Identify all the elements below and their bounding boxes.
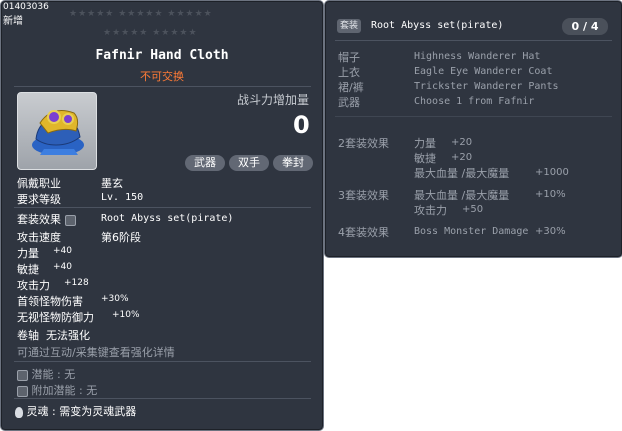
new-tag: 新增 xyxy=(3,16,23,27)
potential-icon xyxy=(17,369,28,381)
stat-str-value: +40 xyxy=(53,246,72,256)
item-id: 01403036 xyxy=(3,2,49,12)
set-effect-line: 敏捷 xyxy=(414,152,436,165)
set-effect-line: 攻击力 xyxy=(414,204,447,217)
stat-dex-label: 敏捷 xyxy=(17,263,39,276)
enhance-hint: 可通过互动/采集键查看强化详情 xyxy=(17,346,175,359)
set-title: Root Abyss set(pirate) xyxy=(371,20,504,31)
set-info-icon[interactable] xyxy=(64,214,76,226)
trade-restriction: 不可交换 xyxy=(140,70,184,83)
stat-dex-value: +40 xyxy=(53,262,72,272)
stat-ignore-defense-value: +10% xyxy=(112,310,140,320)
job-label: 佩戴职业 xyxy=(17,177,61,190)
starforce-stars-row-2: ★★★★★ ★★★★★ xyxy=(103,28,198,38)
category-tag-two-handed: 双手 xyxy=(229,155,269,171)
soul-flame-icon xyxy=(15,406,23,418)
power-increase-label: 战斗力增加量 xyxy=(237,93,310,107)
set-effect-value: +20 xyxy=(451,137,473,148)
set-piece-slot: 裙/裤 xyxy=(338,81,364,94)
divider xyxy=(335,40,612,41)
set-effect-value: +1000 xyxy=(535,167,569,178)
starforce-stars-row-1: ★★★★★ ★★★★★ ★★★★★ xyxy=(69,9,213,19)
set-piece-name: Eagle Eye Wanderer Coat xyxy=(414,66,553,77)
item-image-frame xyxy=(17,92,97,170)
set-piece-slot: 武器 xyxy=(338,96,360,109)
set-effect-line: 最大血量 /最大魔量 xyxy=(414,189,510,202)
set-badge: 套装 xyxy=(337,19,361,33)
fist-weapon-icon xyxy=(32,110,84,155)
set-effect-value: +10% xyxy=(535,189,566,200)
potential-row: 潜能 : 无 xyxy=(17,366,75,382)
stat-str-label: 力量 xyxy=(17,247,39,260)
set-piece-slot: 上衣 xyxy=(338,66,360,79)
set-info-panel: 套装 Root Abyss set(pirate) 0 / 4 帽子 Highn… xyxy=(324,0,622,258)
stat-boss-damage-value: +30% xyxy=(101,294,129,304)
soul-row: 灵魂 : 需变为灵魂武器 xyxy=(15,403,136,419)
set-effect-tier-3: 3套装效果 xyxy=(338,189,389,202)
set-effect-line: Boss Monster Damage xyxy=(414,226,529,237)
set-effect-value: +30% xyxy=(535,226,566,237)
level-label: 要求等级 xyxy=(17,193,61,206)
divider xyxy=(14,86,311,87)
item-name: Fafnir Hand Cloth xyxy=(95,48,229,63)
set-effect-line: 力量 xyxy=(414,137,436,150)
scroll-status: 卷轴 无法强化 xyxy=(17,329,90,342)
item-tooltip-panel: 01403036 新增 ★★★★★ ★★★★★ ★★★★★ ★★★★★ ★★★★… xyxy=(0,0,324,431)
set-effect-value: +20 xyxy=(451,152,473,163)
job-value: 墨玄 xyxy=(101,177,123,190)
additional-potential-row: 附加潜能 : 无 xyxy=(17,382,97,398)
category-tag-weapon: 武器 xyxy=(185,155,225,171)
stat-attack-value: +128 xyxy=(64,278,89,288)
set-effect-tier-2: 2套装效果 xyxy=(338,137,389,150)
set-piece-name: Highness Wanderer Hat xyxy=(414,51,541,62)
attack-speed-label: 攻击速度 xyxy=(17,231,61,244)
divider xyxy=(14,207,311,208)
level-value: Lv. 150 xyxy=(101,192,144,203)
stat-boss-damage-label: 首领怪物伤害 xyxy=(17,295,83,308)
additional-potential-icon xyxy=(17,385,28,397)
divider xyxy=(14,361,311,362)
set-effect-value: Root Abyss set(pirate) xyxy=(101,213,234,224)
divider xyxy=(14,398,311,399)
stat-ignore-defense-label: 无视怪物防御力 xyxy=(17,311,94,324)
set-effect-value: +50 xyxy=(462,204,484,215)
set-piece-name: Choose 1 from Fafnir xyxy=(414,96,535,107)
divider xyxy=(335,116,612,117)
power-increase-value: 0 xyxy=(293,111,310,139)
attack-speed-value: 第6阶段 xyxy=(101,231,141,244)
set-piece-slot: 帽子 xyxy=(338,51,360,64)
category-tag-fist: 拳封 xyxy=(273,155,313,171)
set-piece-name: Trickster Wanderer Pants xyxy=(414,81,559,92)
set-effect-line: 最大血量 /最大魔量 xyxy=(414,167,510,180)
set-piece-count: 0 / 4 xyxy=(562,18,608,35)
stat-attack-label: 攻击力 xyxy=(17,279,50,292)
set-effect-tier-4: 4套装效果 xyxy=(338,226,389,239)
set-effect-label: 套装效果 xyxy=(17,211,76,227)
